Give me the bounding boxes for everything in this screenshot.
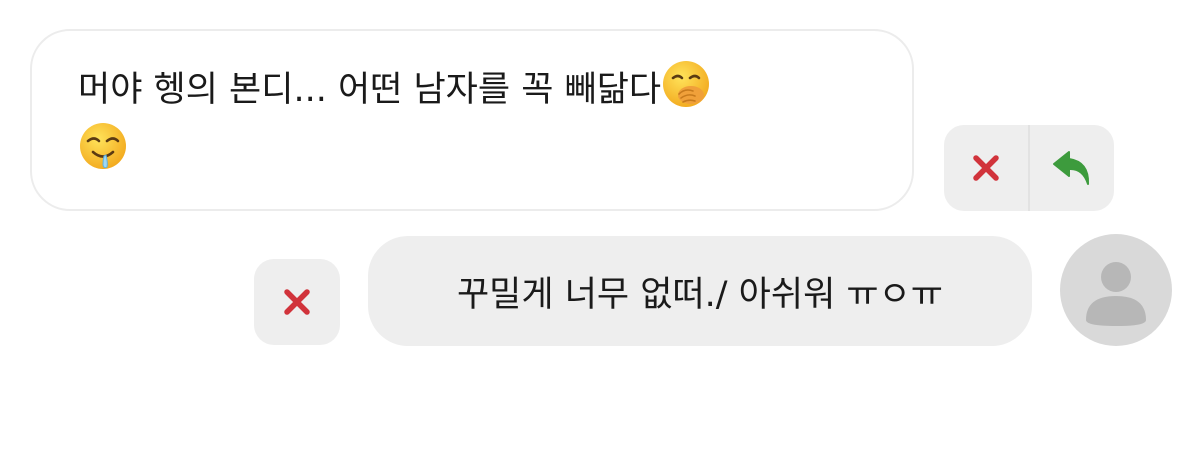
default-user-avatar-icon	[1086, 262, 1146, 326]
incoming-message-actions	[944, 125, 1114, 211]
message-line-2	[78, 121, 870, 183]
close-icon	[284, 289, 310, 315]
incoming-message-bubble[interactable]: 머야 헹의 본디... 어떤 남자를 꼭 빼닮다	[30, 29, 914, 211]
message-text: 꾸밀게 너무 없떠./ 아쉬워 ㅠㅇㅠ	[456, 274, 944, 315]
avatar[interactable]	[1060, 234, 1172, 346]
message-line-1: 머야 헹의 본디... 어떤 남자를 꼭 빼닮다	[78, 59, 870, 121]
message-text: 머야 헹의 본디... 어떤 남자를 꼭 빼닮다	[78, 70, 662, 110]
reply-button[interactable]	[1030, 125, 1114, 211]
outgoing-message-bubble[interactable]: 꾸밀게 너무 없떠./ 아쉬워 ㅠㅇㅠ	[368, 236, 1032, 346]
delete-button[interactable]	[254, 259, 340, 345]
face-with-hand-over-mouth-emoji	[663, 61, 710, 107]
chat-thread: 머야 헹의 본디... 어떤 남자를 꼭 빼닮다 꾸밀게 너무 없떠./ 아쉬워…	[0, 0, 1200, 453]
close-icon	[973, 155, 999, 181]
delete-button[interactable]	[944, 125, 1028, 211]
reply-arrow-icon	[1053, 151, 1090, 185]
drooling-face-emoji	[80, 123, 126, 169]
